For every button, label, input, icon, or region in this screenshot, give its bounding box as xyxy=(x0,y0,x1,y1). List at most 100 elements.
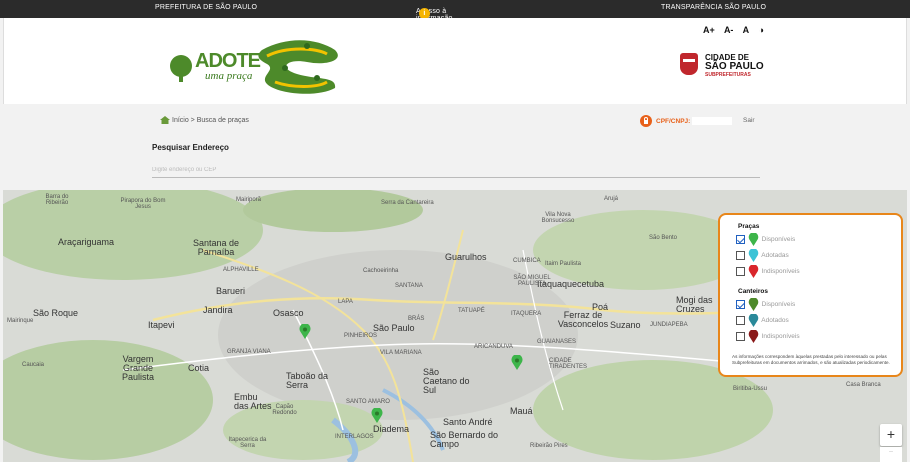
legend-praca-disponiveis[interactable]: Disponíveis xyxy=(736,233,796,246)
map-place: VILA MARIANA xyxy=(380,350,422,356)
cpf-area: CPF/CNPJ: xyxy=(640,115,733,127)
map-place: TATUAPÉ xyxy=(458,308,485,314)
checkbox-unchecked[interactable] xyxy=(736,316,745,325)
cpf-value xyxy=(692,117,733,125)
home-icon xyxy=(160,116,170,124)
zoom-out-button[interactable]: − xyxy=(880,447,902,462)
map-legend: Praças Disponíveis Adotadas Indisponívei… xyxy=(718,213,903,377)
map-place: ARICANDUVA xyxy=(474,344,513,350)
map-place: Diadema xyxy=(373,424,410,434)
map-place: São Caetano do Sul xyxy=(423,367,470,395)
map-place: Arujá xyxy=(604,196,619,202)
legend-pracas-title: Praças xyxy=(738,223,760,230)
map-place: Osasco xyxy=(273,308,304,318)
map-place: ITAQUERA xyxy=(511,311,542,317)
map-place: CIDADE TIRADENTES xyxy=(549,358,588,370)
breadcrumb[interactable]: Início > Busca de praças xyxy=(160,116,249,124)
map-place: GUAIANASES xyxy=(537,339,577,345)
map-place: Vila Nova Bonsucesso xyxy=(541,212,575,224)
available-praca-pin[interactable] xyxy=(299,324,311,339)
cyan-pin-icon xyxy=(748,249,759,262)
map-place: LAPA xyxy=(338,299,353,305)
map-place: São Roque xyxy=(33,308,79,318)
legend-label: Indisponíveis xyxy=(761,333,800,341)
map-place: Barra do Ribeirão xyxy=(45,194,69,206)
brasao-icon xyxy=(680,53,698,75)
adote-logo-subtitle: uma praça xyxy=(205,70,253,82)
map-place: Ribeirão Pires xyxy=(530,443,568,449)
font-increase-button[interactable]: A+ xyxy=(703,25,715,35)
legend-canteiro-indisponiveis[interactable]: Indisponíveis xyxy=(736,330,800,343)
map-place: Itapecerica da Serra xyxy=(228,437,267,449)
search-title: Pesquisar Endereço xyxy=(152,143,229,152)
legend-canteiro-adotados[interactable]: Adotados xyxy=(736,314,789,327)
map-place: SANTANA xyxy=(395,283,423,289)
map-place: Ferraz de Vasconcelos xyxy=(557,310,609,329)
zoom-in-button[interactable]: + xyxy=(880,424,902,446)
map-place: São Paulo xyxy=(373,323,415,333)
green-pin-icon xyxy=(748,233,759,246)
available-praca-pin[interactable] xyxy=(511,355,523,370)
map-place: Suzano xyxy=(610,320,641,330)
dark-green-pin-icon xyxy=(748,298,759,311)
map-place: GRANJA VIANA xyxy=(227,349,271,355)
legend-label: Disponíveis xyxy=(761,301,796,309)
logout-link[interactable]: Sair xyxy=(743,117,755,124)
legend-canteiro-disponiveis[interactable]: Disponíveis xyxy=(736,298,796,311)
map-place: Santo André xyxy=(443,417,493,427)
checkbox-checked[interactable] xyxy=(736,235,745,244)
available-praca-pin[interactable] xyxy=(371,408,383,423)
city-logo-line3: SUBPREFEITURAS xyxy=(705,72,751,78)
map-place: Biritiba-Ussu xyxy=(733,386,768,392)
transparencia-link[interactable]: TRANSPARÊNCIA SÃO PAULO xyxy=(661,4,766,11)
map-place: Vargem Grande Paulista xyxy=(121,354,155,382)
legend-label: Adotados xyxy=(761,317,789,325)
font-size-controls: A+ A- A ◑ xyxy=(703,25,771,35)
map-place: PINHEIROS xyxy=(344,333,378,339)
contrast-icon[interactable]: ◑ xyxy=(759,25,764,35)
map-place: Caucaia xyxy=(22,362,45,368)
city-logo-line2: SÃO PAULO xyxy=(705,61,764,72)
map-place: BRÁS xyxy=(408,316,425,322)
map-place: Barueri xyxy=(216,286,246,296)
map-place: Itapevi xyxy=(148,320,175,330)
font-reset-button[interactable]: A xyxy=(743,25,750,35)
prefeitura-link[interactable]: PREFEITURA DE SÃO PAULO xyxy=(155,4,257,11)
legend-praca-indisponiveis[interactable]: Indisponíveis xyxy=(736,265,800,278)
checkbox-unchecked[interactable] xyxy=(736,332,745,341)
adote-logo[interactable]: ADOTE uma praça xyxy=(167,32,347,96)
font-decrease-button[interactable]: A- xyxy=(724,25,734,35)
map-place: Serra da Cantareira xyxy=(381,200,434,206)
map-place: São Bernardo do Campo xyxy=(430,430,499,449)
top-bar: PREFEITURA DE SÃO PAULO Acesso à informa… xyxy=(0,0,910,22)
map-place: SÃO MIGUEL PAULISTA xyxy=(513,275,551,287)
map-place: Araçariguama xyxy=(58,237,115,247)
legend-label: Indisponíveis xyxy=(761,268,800,276)
map-place: ALPHAVILLE xyxy=(223,267,259,273)
lock-icon xyxy=(640,115,652,127)
map-place: Itaim Paulista xyxy=(545,261,582,267)
map-place: Cachoeirinha xyxy=(363,268,399,274)
brasao-stripe xyxy=(683,59,695,62)
map-place: Taboão da Serra xyxy=(286,371,329,390)
map-place: Santana de Parnaíba xyxy=(192,238,240,257)
address-search-input[interactable] xyxy=(152,163,760,178)
legend-label: Disponíveis xyxy=(761,236,796,244)
map-place: São Bento xyxy=(649,235,678,241)
breadcrumb-text: Início > Busca de praças xyxy=(172,116,249,124)
checkbox-unchecked[interactable] xyxy=(736,267,745,276)
checkbox-checked[interactable] xyxy=(736,300,745,309)
site-header: ADOTE uma praça A+ A- A ◑ CIDADE DE SÃO … xyxy=(3,18,907,104)
checkbox-unchecked[interactable] xyxy=(736,251,745,260)
map-place: Pirapora do Bom Jesus xyxy=(120,198,166,210)
city-logo[interactable]: CIDADE DE SÃO PAULO SUBPREFEITURAS xyxy=(680,53,770,81)
map-place: Mairiporã xyxy=(236,197,262,203)
legend-praca-adotadas[interactable]: Adotadas xyxy=(736,249,789,262)
map-place: Guarulhos xyxy=(445,252,487,262)
map-place: Mogi das Cruzes xyxy=(676,295,713,314)
map-place: Capão Redondo xyxy=(272,404,297,416)
map-place: Mairinque xyxy=(7,318,34,324)
legend-note: As informações correspondem àquelas pres… xyxy=(732,354,890,366)
map-place: Cotia xyxy=(188,363,210,373)
map-place: CUMBICA xyxy=(513,258,541,264)
